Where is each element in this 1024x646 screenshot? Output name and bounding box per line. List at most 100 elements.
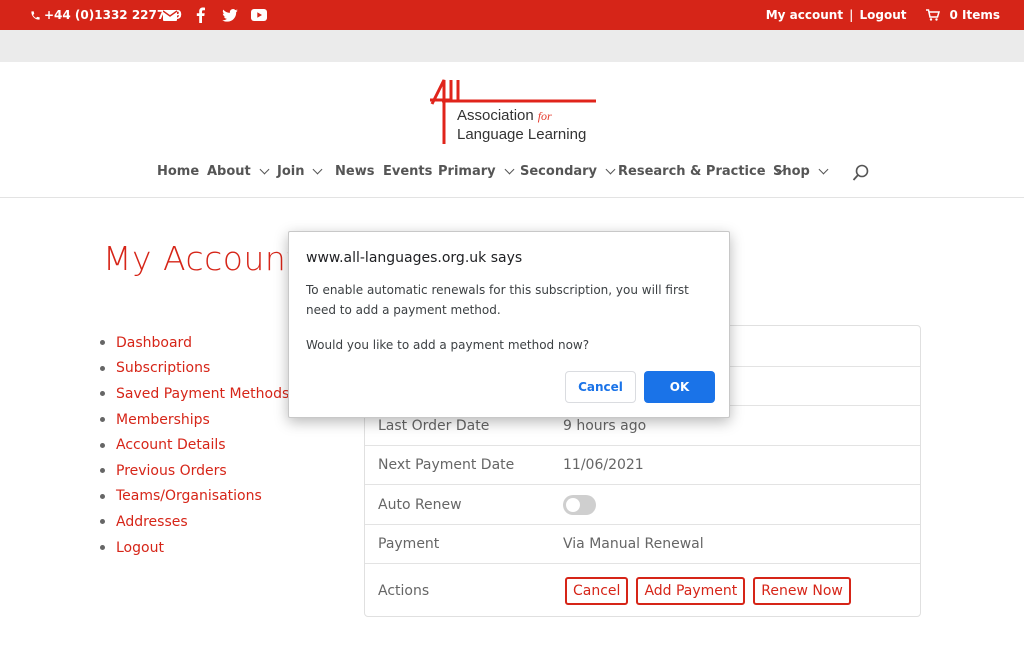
cart-icon: [926, 9, 941, 21]
chevron-down-icon: [504, 164, 515, 175]
actions-label: Actions: [378, 582, 430, 599]
my-account-link[interactable]: My account: [766, 8, 843, 22]
sidebar-item-account-details[interactable]: Account Details: [100, 432, 289, 458]
nav-primary-label: Primary: [438, 164, 496, 179]
main-nav: Home About Join News Events Primary Seco…: [0, 164, 1024, 182]
table-row: Payment Via Manual Renewal: [365, 524, 920, 563]
nav-about[interactable]: About: [207, 164, 270, 179]
nav-secondary-label: Secondary: [520, 164, 598, 179]
top-bar: +44 (0)1332 227779 My account | Logout 0…: [0, 0, 1024, 30]
chevron-down-icon: [818, 164, 829, 175]
nav-about-label: About: [207, 164, 251, 179]
dialog-question: Would you like to add a payment method n…: [306, 338, 590, 352]
sidebar-item-saved-payment-methods[interactable]: Saved Payment Methods: [100, 381, 289, 407]
youtube-link[interactable]: [251, 6, 267, 24]
nav-research-practice[interactable]: Research & Practice: [618, 164, 784, 179]
bullet: [100, 340, 105, 346]
sidebar-label[interactable]: Dashboard: [116, 335, 192, 351]
sidebar-label[interactable]: Saved Payment Methods: [116, 386, 289, 402]
auto-renew-cell: [563, 494, 596, 515]
last-order-label: Last Order Date: [378, 417, 490, 434]
nav-events[interactable]: Events: [383, 164, 432, 179]
actions-cell: Cancel Add Payment Renew Now: [565, 576, 851, 605]
sidebar-item-subscriptions[interactable]: Subscriptions: [100, 356, 289, 382]
bullet: [100, 493, 105, 499]
dialog-cancel-button[interactable]: Cancel: [565, 371, 636, 403]
nav-events-label: Events: [383, 164, 433, 179]
sidebar-label[interactable]: Account Details: [116, 437, 226, 453]
nav-research-label: Research & Practice: [618, 164, 766, 179]
sidebar-label[interactable]: Subscriptions: [116, 360, 210, 376]
search-button[interactable]: [852, 164, 870, 186]
table-row: Auto Renew: [365, 484, 920, 524]
chevron-down-icon: [259, 164, 270, 175]
sidebar-item-memberships[interactable]: Memberships: [100, 407, 289, 433]
cancel-subscription-button[interactable]: Cancel: [565, 576, 629, 605]
nav-join[interactable]: Join: [277, 164, 323, 179]
logo-association: Association: [457, 107, 534, 124]
sidebar-label[interactable]: Addresses: [116, 514, 188, 530]
twitter-icon: [222, 8, 238, 22]
link-separator: |: [849, 8, 854, 22]
last-order-value: 9 hours ago: [563, 417, 647, 434]
search-icon: [852, 164, 869, 181]
sidebar-label[interactable]: Previous Orders: [116, 463, 227, 479]
nav-secondary[interactable]: Secondary: [520, 164, 616, 179]
payment-value: Via Manual Renewal: [563, 536, 704, 552]
chevron-down-icon: [605, 164, 616, 175]
phone-contact[interactable]: +44 (0)1332 227779: [30, 8, 182, 22]
sidebar-label[interactable]: Memberships: [116, 412, 210, 428]
nav-home-label: Home: [157, 164, 200, 179]
logout-link[interactable]: Logout: [859, 8, 906, 22]
youtube-icon: [251, 9, 267, 21]
bullet: [100, 365, 105, 371]
dialog-ok-button[interactable]: OK: [644, 371, 715, 403]
table-row: Actions Cancel Add Payment Renew Now: [365, 563, 920, 617]
next-payment-value: 11/06/2021: [563, 457, 644, 473]
account-links: My account | Logout 0 Items: [766, 8, 1000, 22]
confirm-dialog: www.all-languages.org.uk says To enable …: [288, 231, 730, 418]
renew-now-button[interactable]: Renew Now: [753, 576, 851, 605]
auto-renew-toggle[interactable]: [563, 494, 596, 515]
sidebar-label[interactable]: Teams/Organisations: [116, 488, 262, 504]
dialog-message: To enable automatic renewals for this su…: [306, 283, 689, 317]
nav-news-label: News: [335, 164, 375, 179]
email-link[interactable]: [163, 6, 177, 24]
nav-shop-label: Shop: [773, 164, 810, 179]
account-navigation: Dashboard Subscriptions Saved Payment Me…: [100, 330, 289, 560]
logo-text-line2: Language Learning: [457, 126, 587, 143]
sidebar-item-logout[interactable]: Logout: [100, 535, 289, 561]
sidebar-item-teams[interactable]: Teams/Organisations: [100, 484, 289, 510]
sidebar-item-addresses[interactable]: Addresses: [100, 509, 289, 535]
bullet: [100, 417, 105, 423]
page-title: My Account: [103, 239, 300, 278]
phone-number[interactable]: +44 (0)1332 227779: [44, 8, 182, 22]
add-payment-button[interactable]: Add Payment: [636, 576, 746, 605]
header-divider: [0, 197, 1024, 198]
table-row: Next Payment Date 11/06/2021: [365, 445, 920, 484]
sidebar-item-dashboard[interactable]: Dashboard: [100, 330, 289, 356]
email-icon: [163, 9, 177, 21]
nav-shop[interactable]: Shop: [773, 164, 829, 179]
nav-primary[interactable]: Primary: [438, 164, 515, 179]
next-payment-label: Next Payment Date: [378, 457, 515, 473]
toggle-knob: [566, 497, 580, 512]
bullet: [100, 442, 105, 448]
nav-home[interactable]: Home: [157, 164, 199, 179]
sidebar-item-previous-orders[interactable]: Previous Orders: [100, 458, 289, 484]
cart-count[interactable]: 0 Items: [949, 8, 1000, 22]
cart-link[interactable]: 0 Items: [926, 8, 1000, 22]
payment-label: Payment: [378, 536, 440, 552]
facebook-link[interactable]: [196, 6, 205, 24]
bullet: [100, 519, 105, 525]
logo-text-line1: Association for: [457, 107, 552, 124]
bullet: [100, 468, 105, 474]
phone-icon: [31, 10, 40, 20]
nav-news[interactable]: News: [335, 164, 374, 179]
sidebar-label[interactable]: Logout: [116, 540, 164, 556]
dialog-title: www.all-languages.org.uk says: [306, 250, 523, 266]
nav-join-label: Join: [277, 164, 305, 179]
twitter-link[interactable]: [222, 6, 238, 24]
chevron-down-icon: [313, 164, 323, 175]
bullet: [100, 391, 105, 397]
